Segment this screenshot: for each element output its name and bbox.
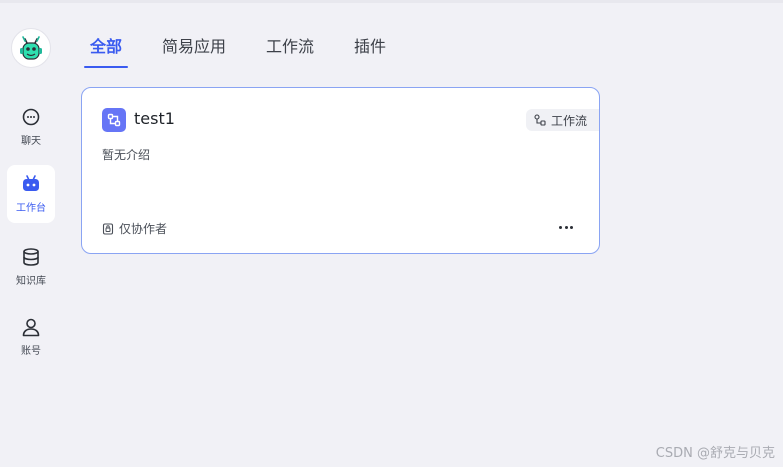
app-permission: 仅协作者 <box>102 220 167 237</box>
chat-bubble-icon <box>22 108 40 126</box>
user-icon <box>22 318 40 337</box>
app-type-label: 工作流 <box>551 113 588 128</box>
workflow-app-icon <box>102 108 126 132</box>
sidebar: 聊天 工作台 知识库 账号 <box>0 3 62 467</box>
lock-icon <box>102 222 114 235</box>
app-card[interactable]: test1 工作流 暂无介绍 仅协作者 <box>81 87 600 254</box>
sidebar-item-knowledge-base[interactable]: 知识库 <box>7 238 55 296</box>
sidebar-item-account[interactable]: 账号 <box>7 308 55 366</box>
tab-plugins[interactable]: 插件 <box>348 36 392 68</box>
app-permission-label: 仅协作者 <box>119 222 168 236</box>
more-dot-icon <box>570 225 573 229</box>
app-description: 暂无介绍 <box>102 148 151 162</box>
workflow-icon <box>534 114 546 126</box>
more-dot-icon <box>564 225 568 229</box>
sidebar-item-chat[interactable]: 聊天 <box>7 98 55 156</box>
sidebar-item-workbench[interactable]: 工作台 <box>7 165 55 223</box>
robot-logo-icon <box>20 36 42 60</box>
tab-simple-apps[interactable]: 简易应用 <box>156 36 232 68</box>
robot-icon <box>23 175 39 191</box>
tab-all[interactable]: 全部 <box>84 36 129 68</box>
watermark: CSDN @舒克与贝克 <box>655 446 775 461</box>
more-dot-icon <box>559 225 562 229</box>
sidebar-item-label: 知识库 <box>16 276 46 287</box>
sidebar-item-label: 账号 <box>21 346 41 357</box>
database-icon <box>23 248 39 266</box>
sidebar-item-label: 工作台 <box>16 203 46 214</box>
app-root: 聊天 工作台 知识库 账号 全部 简易应用 工作流 插件 test1 工作流 暂… <box>0 0 783 467</box>
category-tabs: 全部 简易应用 工作流 插件 <box>84 36 420 70</box>
more-options-button[interactable] <box>556 220 576 234</box>
app-title: test1 <box>134 109 175 128</box>
tab-workflow[interactable]: 工作流 <box>260 36 320 68</box>
sidebar-item-label: 聊天 <box>21 136 41 147</box>
avatar[interactable] <box>11 28 51 68</box>
app-type-badge: 工作流 <box>526 109 599 131</box>
